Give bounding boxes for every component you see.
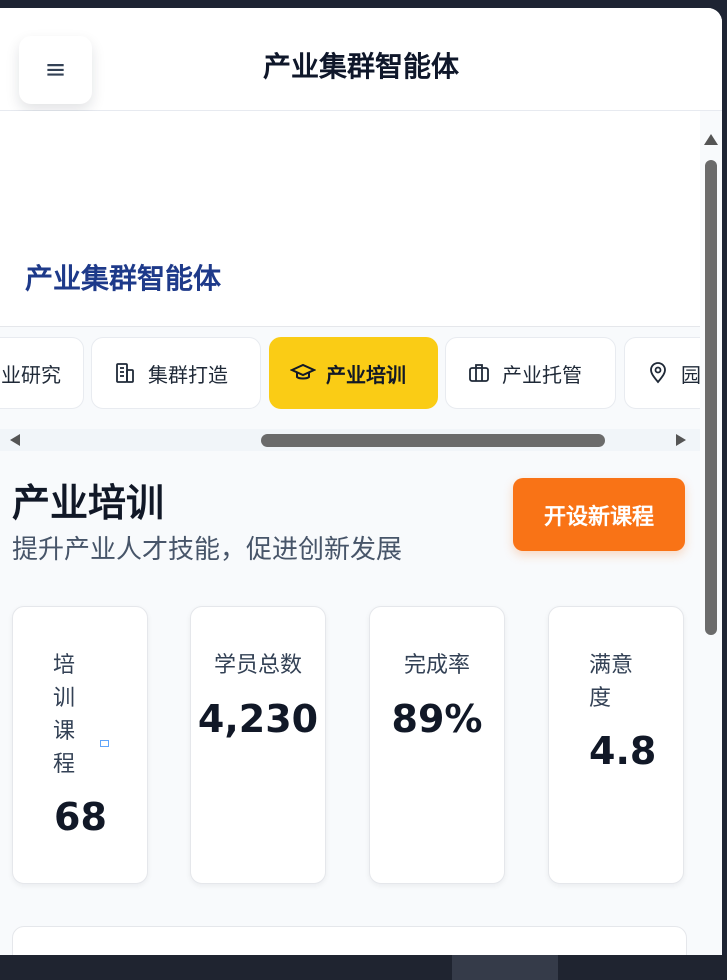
tab-label: 产业托管: [502, 362, 582, 387]
tabs-horizontal-scrollbar[interactable]: [0, 429, 700, 451]
app-title: 产业集群智能体: [262, 50, 459, 83]
vertical-scrollbar[interactable]: [700, 120, 722, 955]
stat-card-completion: 完成率 89%: [369, 606, 505, 884]
stat-label: 培训课程: [53, 653, 76, 777]
hero-title: 产业集群智能体: [25, 262, 222, 295]
tab-industry-hosting[interactable]: 产业托管: [445, 337, 616, 409]
stat-value: 68: [54, 795, 107, 839]
section-subtitle: 提升产业人才技能，促进创新发展: [12, 535, 403, 565]
tab-label: 业研究: [1, 362, 61, 387]
section-title: 产业培训: [12, 481, 165, 525]
stat-value: 4.8: [589, 729, 657, 773]
stat-label: 满意度: [589, 653, 634, 711]
scroll-right-arrow-icon[interactable]: [676, 434, 686, 446]
tab-industry-training[interactable]: 产业培训: [269, 337, 438, 409]
content-card: [12, 926, 687, 955]
taskbar-item[interactable]: [452, 955, 558, 980]
stat-label: 完成率: [403, 653, 470, 678]
tab-cluster-building[interactable]: 集群打造: [91, 337, 261, 409]
book-icon: [100, 740, 109, 747]
tab-label: 园: [681, 362, 700, 387]
tab-label: 集群打造: [148, 362, 228, 387]
stat-card-courses: 培训课程 68: [12, 606, 148, 884]
app-window: ≡ 产业集群智能体 产业集群智能体 业研究 集群打造 产业培训 产业托管 园 产…: [0, 8, 722, 955]
briefcase-icon: [466, 360, 492, 386]
stat-card-satisfaction: 满意度 4.8: [548, 606, 684, 884]
scroll-left-arrow-icon[interactable]: [10, 434, 20, 446]
hero-banner: 产业集群智能体: [0, 111, 700, 326]
stat-value: 4,230: [197, 697, 319, 741]
tab-label: 产业培训: [326, 362, 406, 387]
stat-card-students: 学员总数 4,230: [190, 606, 326, 884]
vertical-scroll-thumb[interactable]: [705, 160, 717, 635]
taskbar: [0, 955, 727, 980]
building-icon: [112, 360, 138, 386]
scroll-up-arrow-icon[interactable]: [704, 134, 718, 145]
tab-park[interactable]: 园: [624, 337, 700, 409]
horizontal-scroll-thumb[interactable]: [261, 434, 605, 447]
tab-industry-research[interactable]: 业研究: [0, 337, 84, 409]
stat-value: 89%: [391, 697, 483, 741]
location-pin-icon: [645, 360, 671, 386]
create-course-button[interactable]: 开设新课程: [513, 478, 685, 551]
graduation-cap-icon: [290, 360, 316, 386]
stat-label: 学员总数: [213, 653, 302, 678]
top-bar: ≡ 产业集群智能体: [0, 8, 722, 111]
